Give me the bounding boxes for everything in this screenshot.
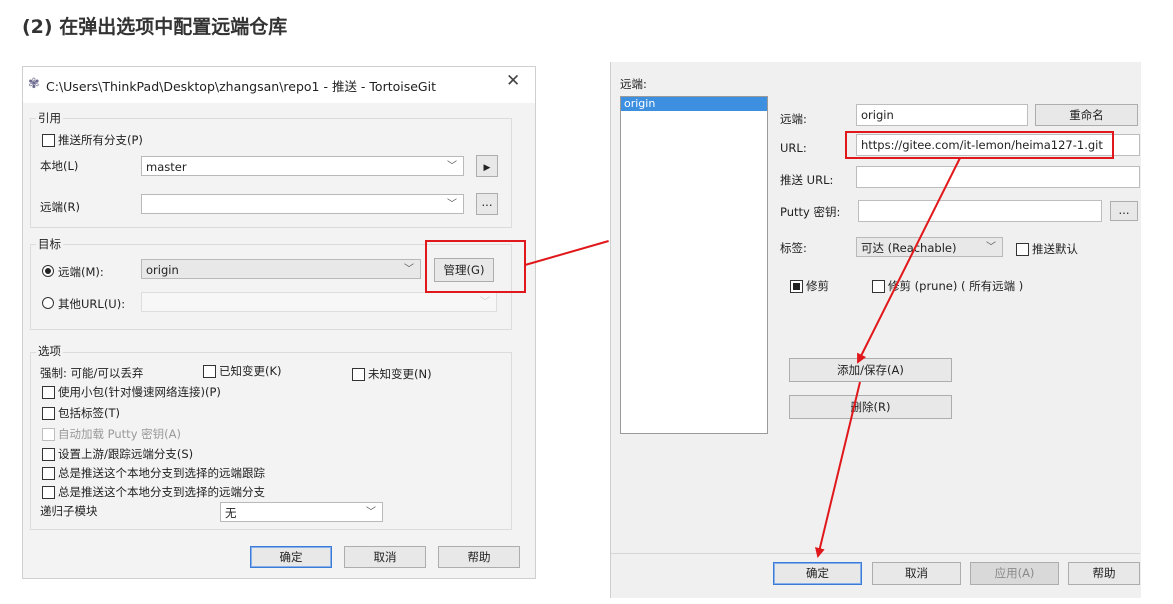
annotation-arrows: [815, 157, 961, 558]
arrow-add-to-ok: [815, 381, 861, 558]
arrow-url-to-add: [857, 157, 961, 364]
